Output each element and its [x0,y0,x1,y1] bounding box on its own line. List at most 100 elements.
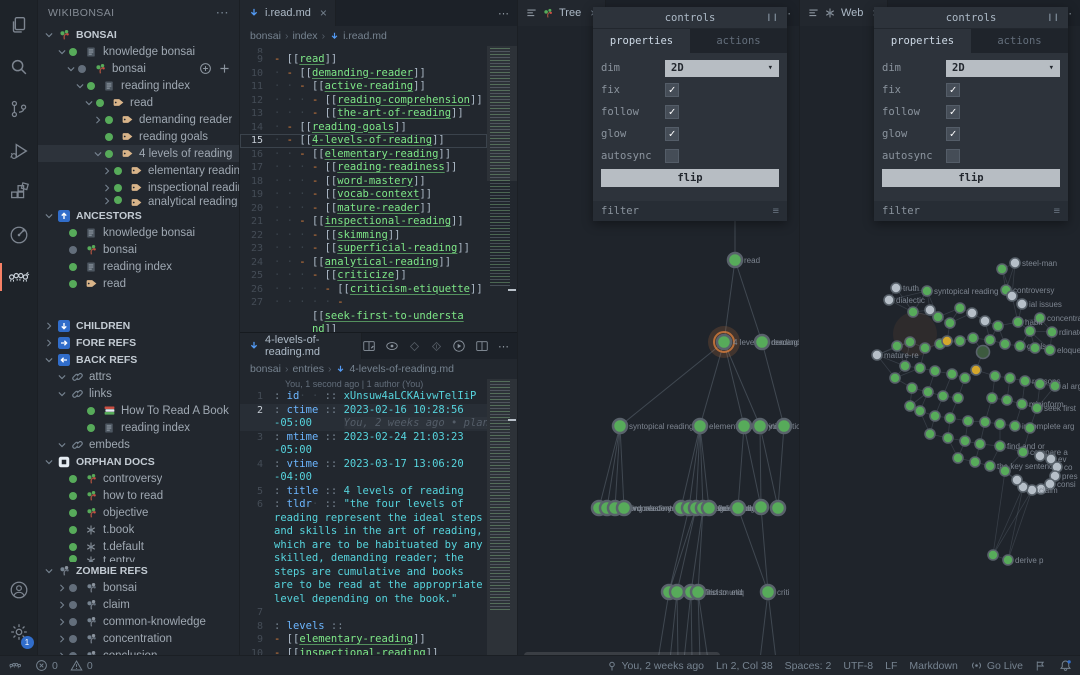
code-line[interactable]: reading represent the ideal steps [240,512,487,526]
graph-node[interactable] [1035,379,1045,389]
activity-item-explorer-icon[interactable] [0,4,38,46]
tree-item-reading-index[interactable]: reading index [38,258,239,275]
graph-node[interactable] [900,361,910,371]
open-preview-icon[interactable] [362,339,376,353]
run-preview-icon[interactable] [452,339,466,353]
checkbox-fix[interactable]: ✓ [946,83,960,97]
minimap[interactable] [487,379,517,655]
tree-item-t-entry[interactable]: t.entry [38,555,239,562]
filter-expand-icon[interactable]: ≡ [773,205,779,217]
code-line[interactable]: 13· · · - [[the-art-of-reading]] [240,107,487,121]
graph-node-misinform[interactable] [1017,399,1027,409]
graph-node[interactable] [1012,475,1022,485]
code-line[interactable]: 9- [[read]] [240,53,487,67]
tree-item-bonsai[interactable]: bonsai [38,60,239,77]
graph-node[interactable] [997,264,1007,274]
more-actions-icon[interactable]: ⋯ [498,7,509,20]
code-line[interactable]: 4: vtime :: 2023-03-17 13:06:20 [240,458,487,472]
tree-item-embeds[interactable]: embeds [38,436,239,453]
graph-node[interactable] [953,393,963,403]
status-commit[interactable]: You, 2 weeks ago [606,660,705,672]
graph-node[interactable] [980,417,990,427]
graph-node[interactable] [953,453,963,463]
graph-node[interactable] [754,500,768,514]
blame-eye-icon[interactable] [385,339,399,353]
graph-node-derive-p[interactable] [1003,555,1013,565]
code-line[interactable]: 27· · · · · - [240,296,487,310]
graph-node[interactable] [995,419,1005,429]
next-change-icon[interactable] [430,340,443,353]
graph-node[interactable] [1000,339,1010,349]
graph-node[interactable] [1025,326,1035,336]
status-ln-2-col-38[interactable]: Ln 2, Col 38 [716,660,773,672]
filter-section[interactable]: filter≡ [593,201,787,221]
graph-node[interactable] [890,373,900,383]
checkbox-glow[interactable]: ✓ [665,127,679,141]
controls-tab-actions[interactable]: actions [971,29,1068,53]
graph-node-truth[interactable] [891,283,901,293]
activity-item-graph-icon[interactable] [0,214,38,256]
graph-node-inspectional[interactable] [753,419,767,433]
breadcrumb-item[interactable]: index [292,30,317,42]
code-line[interactable]: 9- [[elementary-reading]] [240,633,487,647]
graph-node[interactable] [943,433,953,443]
graph-node[interactable] [985,335,995,345]
tree-item-objective[interactable]: objective [38,504,239,521]
minimap[interactable] [487,46,517,333]
graph-node[interactable] [1025,423,1035,433]
controls-header[interactable]: controls❙❙ [874,7,1068,29]
target-add-icon[interactable] [199,62,212,75]
code-line[interactable]: 2: ctime :: 2023-02-16 10:28:56 [240,404,487,418]
activity-item-run-debug-icon[interactable] [0,130,38,172]
graph-node[interactable] [930,411,940,421]
section-zombie-refs[interactable]: ZOMBIE REFS [38,562,239,579]
checkbox-autosync[interactable] [946,149,960,163]
tree-item-claim[interactable]: claim [38,596,239,613]
graph-node-ial-issues[interactable] [1017,299,1027,309]
graph-node[interactable] [905,401,915,411]
tree-item-how-to-read[interactable]: how to read [38,487,239,504]
code-line[interactable]: 10· - [[demanding-reader]] [240,67,487,81]
split-editor-icon[interactable] [475,339,489,353]
code-line[interactable]: level depending on the book." [240,593,487,607]
filter-expand-icon[interactable]: ≡ [1054,205,1060,217]
section-children[interactable]: CHILDREN [38,317,239,334]
code-line[interactable]: 8: levels :: [240,620,487,634]
graph-node-habit[interactable] [1013,317,1023,327]
status-markdown[interactable]: Markdown [909,660,957,672]
code-line[interactable]: 18· · · - [[word-mastery]] [240,175,487,189]
breadcrumb-item[interactable]: bonsai [250,30,281,42]
tree-item-bonsai[interactable]: bonsai [38,241,239,258]
graph-node-vocab-context[interactable] [617,501,631,515]
checkbox-fix[interactable]: ✓ [665,83,679,97]
graph-node[interactable] [930,366,940,376]
section-fore-refs[interactable]: FORE REFS [38,334,239,351]
activity-item-extensions-icon[interactable] [0,172,38,214]
tree-item-elementary-reading[interactable]: elementary reading [38,162,239,179]
tree-item-reading-index[interactable]: reading index [38,77,239,94]
breadcrumb-item[interactable]: bonsai [250,363,281,375]
code-line[interactable]: 1: id· · :: xUnsuw4aLCKAivwTelIiP [240,390,487,404]
status-error[interactable]: 0 [35,659,58,672]
tree-item-reading-goals[interactable]: reading goals [38,128,239,145]
tree-item-t-default[interactable]: t.default [38,538,239,555]
controls-tab-properties[interactable]: properties [874,29,971,53]
graph-node[interactable] [1007,291,1017,301]
code-line[interactable]: 22· · · - [[skimming]] [240,229,487,243]
code-line[interactable]: 20· · · - [[mature-reader]] [240,202,487,216]
code-line[interactable]: 25· · · - [[criticize]] [240,269,487,283]
activity-item-settings-icon[interactable]: 1 [0,611,38,653]
graph-node[interactable] [915,363,925,373]
controls-tab-actions[interactable]: actions [690,29,787,53]
graph-node-dialectic[interactable] [884,295,894,305]
tab-4-levels[interactable]: 4-levels-of-reading.md [240,333,362,359]
graph-node[interactable] [907,383,917,393]
graph-node[interactable] [977,346,990,359]
status-bell[interactable] [1059,659,1072,672]
graph-node[interactable] [1000,466,1010,476]
graph-node-reasons[interactable] [1020,376,1030,386]
graph-node[interactable] [920,343,930,353]
section-orphan-docs[interactable]: ORPHAN DOCS [38,453,239,470]
graph-node-goals[interactable] [1015,341,1025,351]
graph-node[interactable] [975,439,985,449]
